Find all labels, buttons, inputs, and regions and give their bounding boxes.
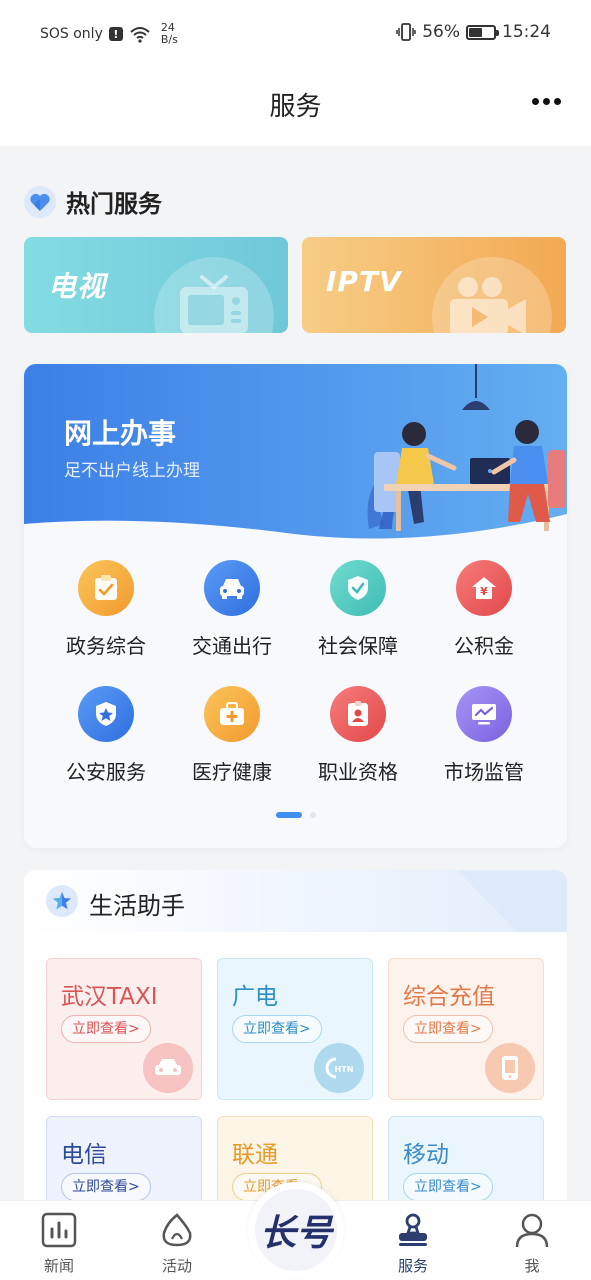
speed-unit: B/s (160, 33, 178, 46)
shield-check-icon (330, 560, 386, 616)
tv-card-label: 电视 (48, 270, 107, 303)
status-bar: SOS only ! 24 B/s 56% 15:24 (0, 0, 591, 66)
service-label: 市场监管 (444, 760, 524, 784)
online-affairs-card: 网上办事 足不出户线上办理 政务综合 交通出行 社会保障 ¥ 公积金 公安服务 … (24, 364, 567, 848)
service-traffic[interactable]: 交通出行 (172, 560, 292, 659)
tile-radio-tv[interactable]: 广电 立即查看> HTN (217, 958, 373, 1100)
tab-label: 活动 (161, 1257, 192, 1275)
star-icon (46, 885, 78, 917)
vibrate-icon (396, 23, 416, 41)
app-logo: 长号 (255, 1189, 337, 1271)
heart-icon (24, 185, 56, 218)
clipboard-check-icon (78, 560, 134, 616)
battery-percent: 56% (422, 22, 460, 42)
tile-title: 联通 (232, 1142, 278, 1168)
tv-card[interactable]: 电视 (24, 237, 288, 333)
service-label: 职业资格 (318, 760, 398, 784)
view-now-button[interactable]: 立即查看> (61, 1015, 151, 1043)
affairs-subtitle: 足不出户线上办理 (64, 461, 200, 481)
life-assistant-title: 生活助手 (89, 892, 185, 920)
tile-recharge[interactable]: 综合充值 立即查看> (388, 958, 544, 1100)
phone-icon (485, 1043, 535, 1093)
tab-news[interactable]: 新闻 (19, 1211, 99, 1276)
user-icon (515, 1213, 549, 1248)
network-speed: 24 B/s (161, 22, 178, 46)
tile-mobile[interactable]: 移动 立即查看> (388, 1116, 544, 1210)
service-market-supervision[interactable]: 市场监管 (424, 686, 544, 785)
tab-label: 新闻 (43, 1257, 74, 1275)
service-label: 政务综合 (66, 634, 146, 658)
tile-title: 综合充值 (403, 984, 495, 1010)
service-social-security[interactable]: 社会保障 (298, 560, 418, 659)
hot-services-title: 热门服务 (66, 190, 162, 218)
service-label: 交通出行 (192, 634, 272, 658)
tile-taxi[interactable]: 武汉TAXI 立即查看> (46, 958, 202, 1100)
tv-icon (178, 273, 250, 333)
tab-label: 我 (524, 1257, 540, 1275)
view-now-button[interactable]: 立即查看> (403, 1015, 493, 1043)
page-dot (309, 812, 316, 818)
page-title: 服务 (269, 92, 322, 122)
life-assistant-header: 生活助手 (24, 870, 567, 932)
service-label: 公积金 (454, 634, 514, 658)
tile-title: 移动 (403, 1142, 449, 1168)
service-medical[interactable]: 医疗健康 (172, 686, 292, 785)
tile-title: 武汉TAXI (61, 984, 158, 1010)
carrier-text: SOS only (40, 26, 103, 42)
view-now-button[interactable]: 立即查看> (403, 1173, 493, 1201)
wifi-icon (130, 27, 150, 43)
iptv-card-label: IPTV (326, 265, 402, 298)
tile-telecom[interactable]: 电信 立即查看> (46, 1116, 202, 1210)
affairs-banner (24, 364, 567, 539)
status-left: SOS only ! 24 B/s (40, 22, 178, 46)
activity-icon (162, 1213, 192, 1247)
tab-service[interactable]: 服务 (373, 1211, 453, 1276)
view-now-button[interactable]: 立即查看> (232, 1015, 322, 1043)
service-label: 公安服务 (66, 760, 146, 784)
iptv-card[interactable]: IPTV (302, 237, 566, 333)
hot-services-header: 热门服务 (24, 184, 162, 219)
service-housing-fund[interactable]: ¥ 公积金 (424, 560, 544, 659)
id-card-icon (330, 686, 386, 742)
service-qualification[interactable]: 职业资格 (298, 686, 418, 785)
more-icon[interactable] (532, 98, 561, 105)
tab-activity[interactable]: 活动 (137, 1211, 217, 1276)
car-icon (204, 560, 260, 616)
nav-bar: 服务 (0, 66, 591, 146)
service-stamp-icon (399, 1213, 427, 1246)
affairs-title: 网上办事 (64, 417, 177, 450)
svg-text:HTN: HTN (335, 1065, 354, 1074)
center-home-button[interactable]: 长号 (248, 1182, 344, 1278)
tab-me[interactable]: 我 (492, 1211, 572, 1276)
medical-kit-icon (204, 686, 260, 742)
page-dot-active (275, 812, 302, 818)
tab-label: 服务 (397, 1257, 428, 1275)
taxi-icon (143, 1043, 193, 1093)
life-assistant-card: 生活助手 武汉TAXI 立即查看> 广电 立即查看> HTN 综合充值 立即查看… (24, 870, 567, 1210)
service-police[interactable]: 公安服务 (46, 686, 166, 785)
battery-level (469, 27, 483, 37)
htn-logo-icon: HTN (314, 1043, 364, 1093)
video-camera-icon (448, 273, 528, 333)
tile-title: 广电 (232, 984, 278, 1010)
police-badge-icon (78, 686, 134, 742)
sim-alert-icon: ! (108, 27, 123, 41)
clock: 15:24 (502, 22, 551, 42)
svg-text:¥: ¥ (480, 585, 488, 598)
monitor-chart-icon (456, 686, 512, 742)
house-yuan-icon: ¥ (456, 560, 512, 616)
page-indicator (24, 812, 567, 818)
service-label: 社会保障 (318, 634, 398, 658)
tile-title: 电信 (61, 1142, 107, 1168)
service-government[interactable]: 政务综合 (46, 560, 166, 659)
service-label: 医疗健康 (192, 760, 272, 784)
battery-icon (466, 24, 499, 40)
status-right: 56% 15:24 (396, 22, 551, 42)
news-chart-icon (41, 1212, 77, 1248)
view-now-button[interactable]: 立即查看> (61, 1173, 151, 1201)
